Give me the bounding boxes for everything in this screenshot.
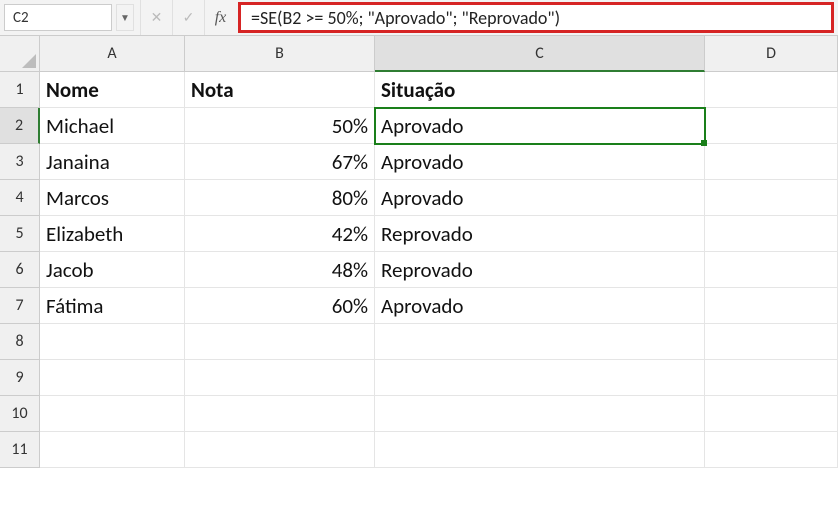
cell-B9[interactable]	[185, 360, 375, 396]
row-header-1[interactable]: 1	[0, 72, 40, 108]
accept-formula-icon: ✓	[172, 0, 204, 35]
cell-A6[interactable]: Jacob	[40, 252, 185, 288]
cell-C2[interactable]: Aprovado	[375, 108, 705, 144]
spreadsheet-grid: A B C D 1 Nome Nota Situação 2 Michael 5…	[0, 36, 838, 468]
col-header-D[interactable]: D	[705, 36, 838, 72]
cell-A10[interactable]	[40, 396, 185, 432]
fx-icon[interactable]: fx	[204, 0, 236, 35]
cell-C5[interactable]: Reprovado	[375, 216, 705, 252]
row-header-2[interactable]: 2	[0, 108, 40, 144]
cell-D1[interactable]	[705, 72, 838, 108]
row-header-8[interactable]: 8	[0, 324, 40, 360]
row-header-11[interactable]: 11	[0, 432, 40, 468]
cell-C3[interactable]: Aprovado	[375, 144, 705, 180]
row-header-6[interactable]: 6	[0, 252, 40, 288]
cell-C10[interactable]	[375, 396, 705, 432]
name-box-dropdown[interactable]: ▼	[116, 4, 134, 31]
cell-C9[interactable]	[375, 360, 705, 396]
col-header-B[interactable]: B	[185, 36, 375, 72]
cell-A2[interactable]: Michael	[40, 108, 185, 144]
cell-B5[interactable]: 42%	[185, 216, 375, 252]
cell-A1[interactable]: Nome	[40, 72, 185, 108]
col-header-A[interactable]: A	[40, 36, 185, 72]
cell-C7[interactable]: Aprovado	[375, 288, 705, 324]
formula-input[interactable]: =SE(B2 >= 50%; "Aprovado"; "Reprovado")	[238, 2, 834, 33]
cell-D5[interactable]	[705, 216, 838, 252]
cell-D6[interactable]	[705, 252, 838, 288]
cell-D2[interactable]	[705, 108, 838, 144]
cell-D3[interactable]	[705, 144, 838, 180]
cell-C6[interactable]: Reprovado	[375, 252, 705, 288]
cell-A3[interactable]: Janaina	[40, 144, 185, 180]
col-header-C[interactable]: C	[375, 36, 705, 72]
cancel-formula-icon: ✕	[140, 0, 172, 35]
cell-A9[interactable]	[40, 360, 185, 396]
formula-bar: C2 ▼ ✕ ✓ fx =SE(B2 >= 50%; "Aprovado"; "…	[0, 0, 838, 36]
cell-D8[interactable]	[705, 324, 838, 360]
name-box[interactable]: C2	[4, 4, 112, 31]
row-header-3[interactable]: 3	[0, 144, 40, 180]
cell-C11[interactable]	[375, 432, 705, 468]
cell-B4[interactable]: 80%	[185, 180, 375, 216]
cell-B7[interactable]: 60%	[185, 288, 375, 324]
select-all-corner[interactable]	[0, 36, 40, 72]
cell-D4[interactable]	[705, 180, 838, 216]
cell-C8[interactable]	[375, 324, 705, 360]
cell-D11[interactable]	[705, 432, 838, 468]
cell-A4[interactable]: Marcos	[40, 180, 185, 216]
cell-C4[interactable]: Aprovado	[375, 180, 705, 216]
cell-B3[interactable]: 67%	[185, 144, 375, 180]
cell-B2[interactable]: 50%	[185, 108, 375, 144]
row-header-9[interactable]: 9	[0, 360, 40, 396]
cell-B1[interactable]: Nota	[185, 72, 375, 108]
row-header-4[interactable]: 4	[0, 180, 40, 216]
cell-D9[interactable]	[705, 360, 838, 396]
cell-B6[interactable]: 48%	[185, 252, 375, 288]
cell-A5[interactable]: Elizabeth	[40, 216, 185, 252]
cell-C1[interactable]: Situação	[375, 72, 705, 108]
cell-A7[interactable]: Fátima	[40, 288, 185, 324]
cell-A11[interactable]	[40, 432, 185, 468]
cell-A8[interactable]	[40, 324, 185, 360]
cell-B11[interactable]	[185, 432, 375, 468]
cell-D7[interactable]	[705, 288, 838, 324]
row-header-7[interactable]: 7	[0, 288, 40, 324]
cell-D10[interactable]	[705, 396, 838, 432]
row-header-5[interactable]: 5	[0, 216, 40, 252]
cell-B8[interactable]	[185, 324, 375, 360]
cell-B10[interactable]	[185, 396, 375, 432]
row-header-10[interactable]: 10	[0, 396, 40, 432]
